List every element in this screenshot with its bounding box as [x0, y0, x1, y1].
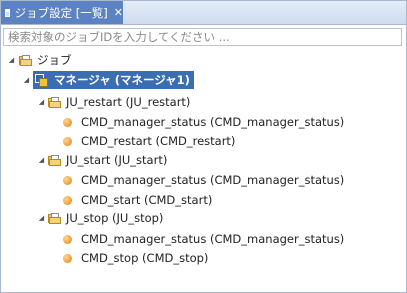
- tree-item-label: ジョブ: [37, 53, 72, 67]
- tree-item-label: CMD_manager_status (CMD_manager_status): [81, 173, 345, 187]
- tree-item-label: CMD_stop (CMD_stop): [81, 251, 209, 265]
- tree-item-label: JU_restart (JU_restart): [66, 95, 191, 109]
- collapse-icon[interactable]: ◢: [37, 214, 46, 223]
- tree-item-label: CMD_start (CMD_start): [81, 193, 213, 207]
- command-job-icon: [63, 195, 72, 205]
- collapse-icon[interactable]: ◢: [37, 98, 46, 107]
- tree-item-job[interactable]: CMD_manager_status (CMD_manager_status): [63, 230, 344, 248]
- tree-item-jobunit[interactable]: JU_start (JU_start): [48, 151, 167, 169]
- job-folder-icon: [48, 154, 61, 166]
- tree-item-job[interactable]: CMD_stop (CMD_stop): [63, 249, 208, 267]
- tree-item-label: JU_stop (JU_stop): [66, 211, 164, 225]
- tree-item-label: CMD_manager_status (CMD_manager_status): [81, 232, 345, 246]
- tree-item-jobunit[interactable]: JU_restart (JU_restart): [48, 93, 190, 111]
- tab-label: ジョブ設定 [一覧]: [14, 5, 108, 20]
- tree-item-label: マネージャ (マネージャ1): [54, 73, 190, 87]
- job-search-input[interactable]: [4, 29, 401, 45]
- tree-item-label: CMD_manager_status (CMD_manager_status): [81, 115, 345, 129]
- tree-item-job[interactable]: CMD_restart (CMD_restart): [63, 132, 235, 150]
- tree-item-root[interactable]: ジョブ: [19, 51, 72, 69]
- command-job-icon: [63, 117, 72, 127]
- collapse-icon[interactable]: ◢: [7, 56, 16, 65]
- tab-job-settings-list[interactable]: ジョブ設定 [一覧] ✕: [1, 1, 123, 24]
- tab-bar: ジョブ設定 [一覧] ✕: [1, 1, 406, 25]
- tree-item-job[interactable]: CMD_manager_status (CMD_manager_status): [63, 113, 344, 131]
- job-folder-icon: [48, 212, 61, 224]
- close-icon[interactable]: ✕: [114, 6, 123, 19]
- command-job-icon: [63, 253, 72, 263]
- command-job-icon: [63, 175, 72, 185]
- job-search-box[interactable]: [3, 28, 402, 46]
- job-folder-icon: [19, 54, 32, 66]
- collapse-icon[interactable]: ◢: [37, 156, 46, 165]
- tree-item-label: JU_start (JU_start): [66, 153, 168, 167]
- tree-item-jobunit[interactable]: JU_stop (JU_stop): [48, 209, 163, 227]
- tree-item-job[interactable]: CMD_start (CMD_start): [63, 191, 212, 209]
- command-job-icon: [63, 136, 72, 146]
- tree-item-label: CMD_restart (CMD_restart): [81, 134, 236, 148]
- manager-icon: [35, 73, 49, 87]
- job-settings-view: ジョブ設定 [一覧] ✕ ◢ ジョブ ◢ マネージャ (マネージャ1) ◢ JU…: [0, 0, 407, 293]
- collapse-icon[interactable]: ◢: [22, 76, 31, 85]
- view-icon: [5, 8, 10, 17]
- tree-item-manager[interactable]: マネージャ (マネージャ1): [33, 71, 194, 89]
- tree-item-job[interactable]: CMD_manager_status (CMD_manager_status): [63, 171, 344, 189]
- job-folder-icon: [48, 96, 61, 108]
- command-job-icon: [63, 234, 72, 244]
